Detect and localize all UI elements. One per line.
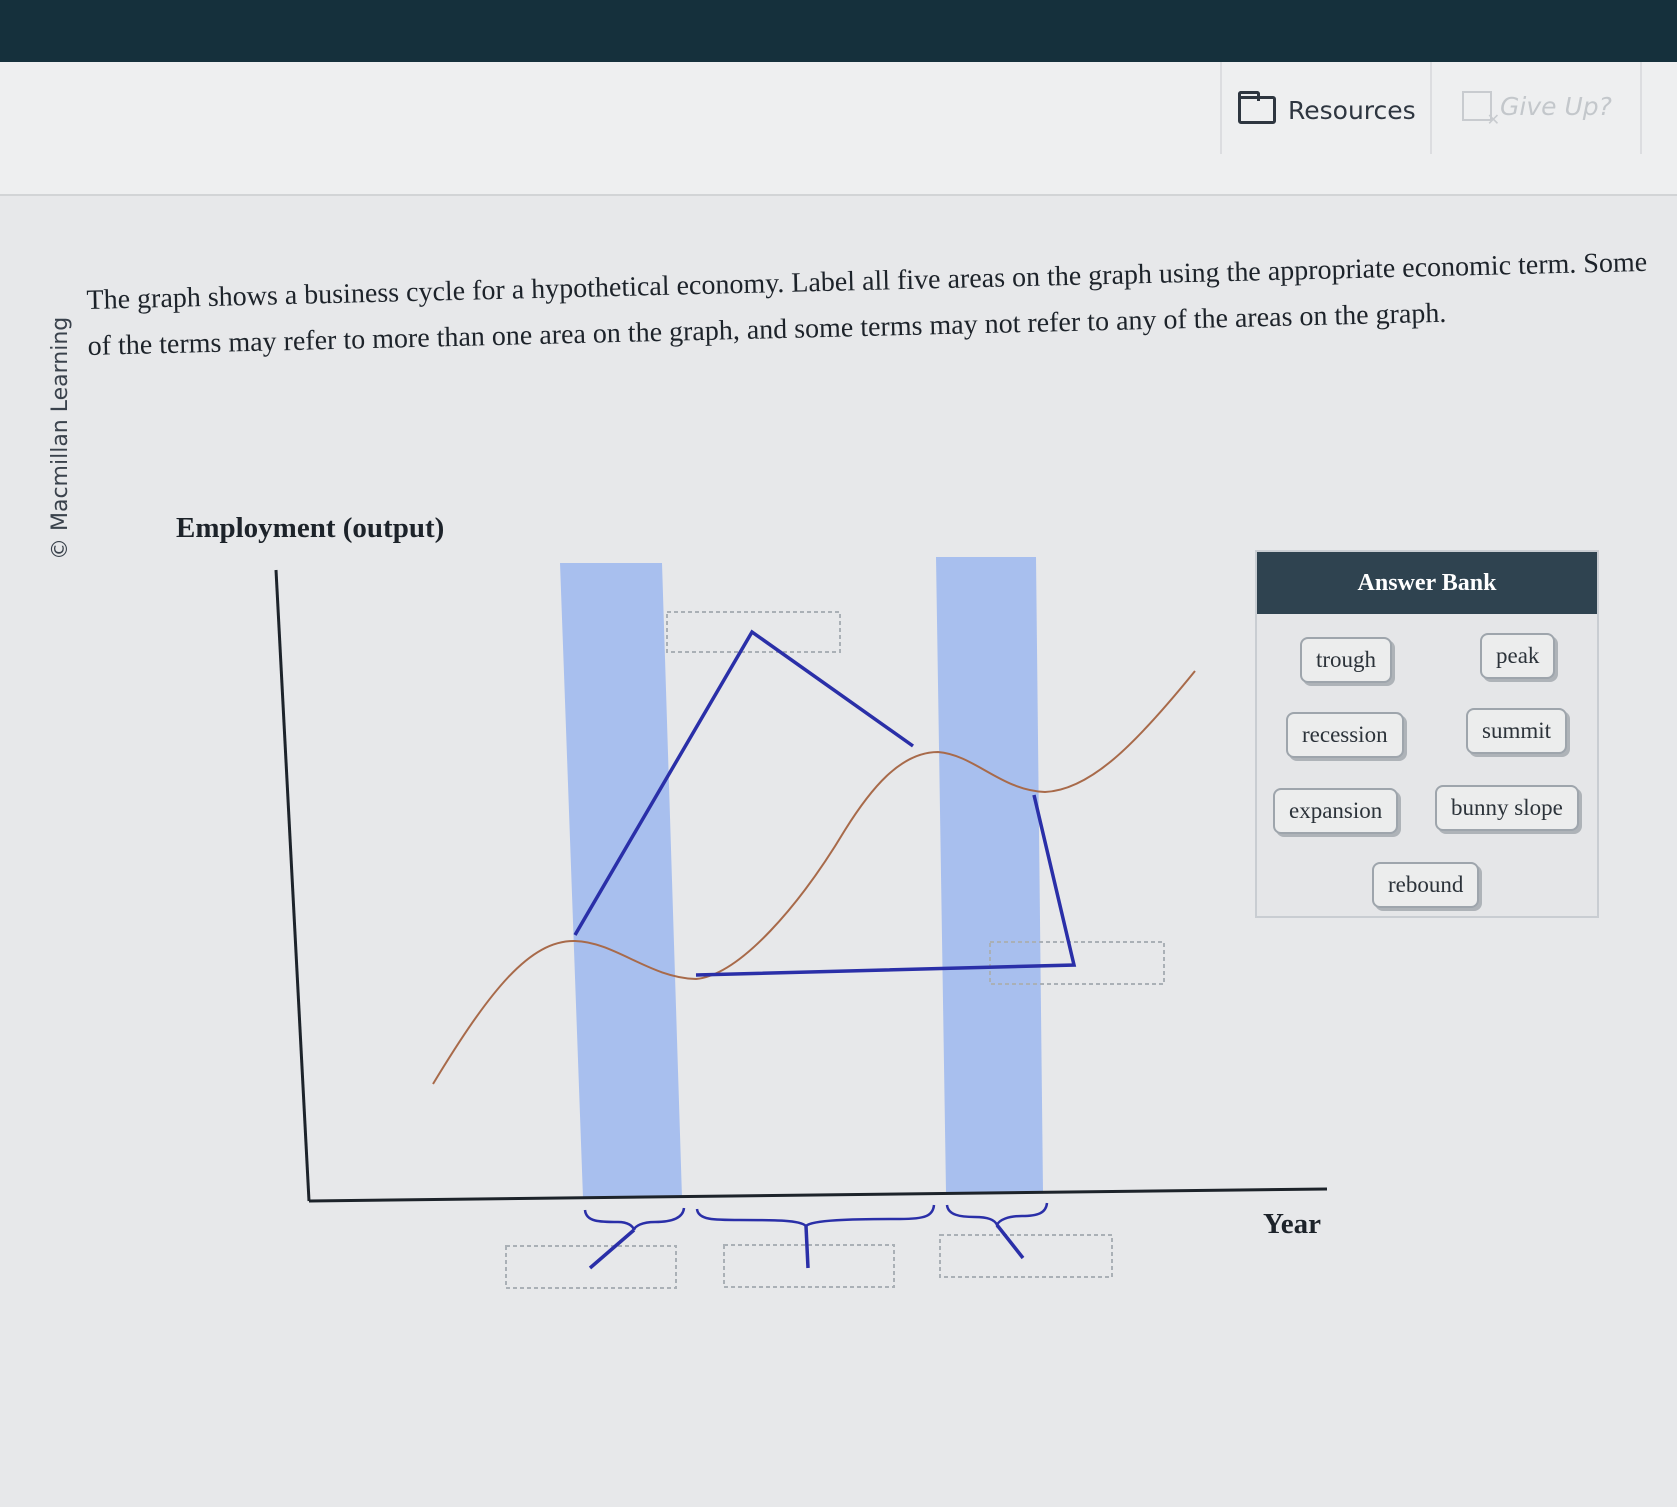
answer-chip-summit[interactable]: summit (1466, 708, 1568, 754)
answer-chip-bunny-slope[interactable]: bunny slope (1435, 785, 1579, 831)
answer-chip-peak[interactable]: peak (1480, 633, 1556, 679)
brace-connector-middle (804, 1225, 810, 1269)
answer-chip-expansion[interactable]: expansion (1273, 788, 1399, 834)
answer-chip-recession[interactable]: recession (1286, 712, 1404, 758)
answer-bank-title: Answer Bank (1257, 552, 1597, 614)
brace-left (583, 1207, 686, 1231)
answer-chip-trough[interactable]: trough (1300, 637, 1393, 683)
brace-right (945, 1202, 1049, 1229)
brace-middle (695, 1204, 936, 1228)
drop-target-5[interactable] (939, 1234, 1113, 1278)
shaded-band-left (560, 563, 682, 1198)
shaded-band-right (936, 557, 1043, 1192)
brace-connector-left (588, 1228, 636, 1270)
answer-bank: Answer Bank trough peak recession summit… (1255, 550, 1599, 918)
x-axis-label: Year (1263, 1208, 1321, 1240)
answer-chip-rebound[interactable]: rebound (1372, 862, 1480, 908)
brace-connector-right (995, 1223, 1025, 1260)
x-axis (308, 1187, 1328, 1203)
business-cycle-curve (432, 670, 1196, 1085)
y-axis (274, 569, 311, 1202)
y-axis-label: Employment (output) (176, 512, 445, 544)
